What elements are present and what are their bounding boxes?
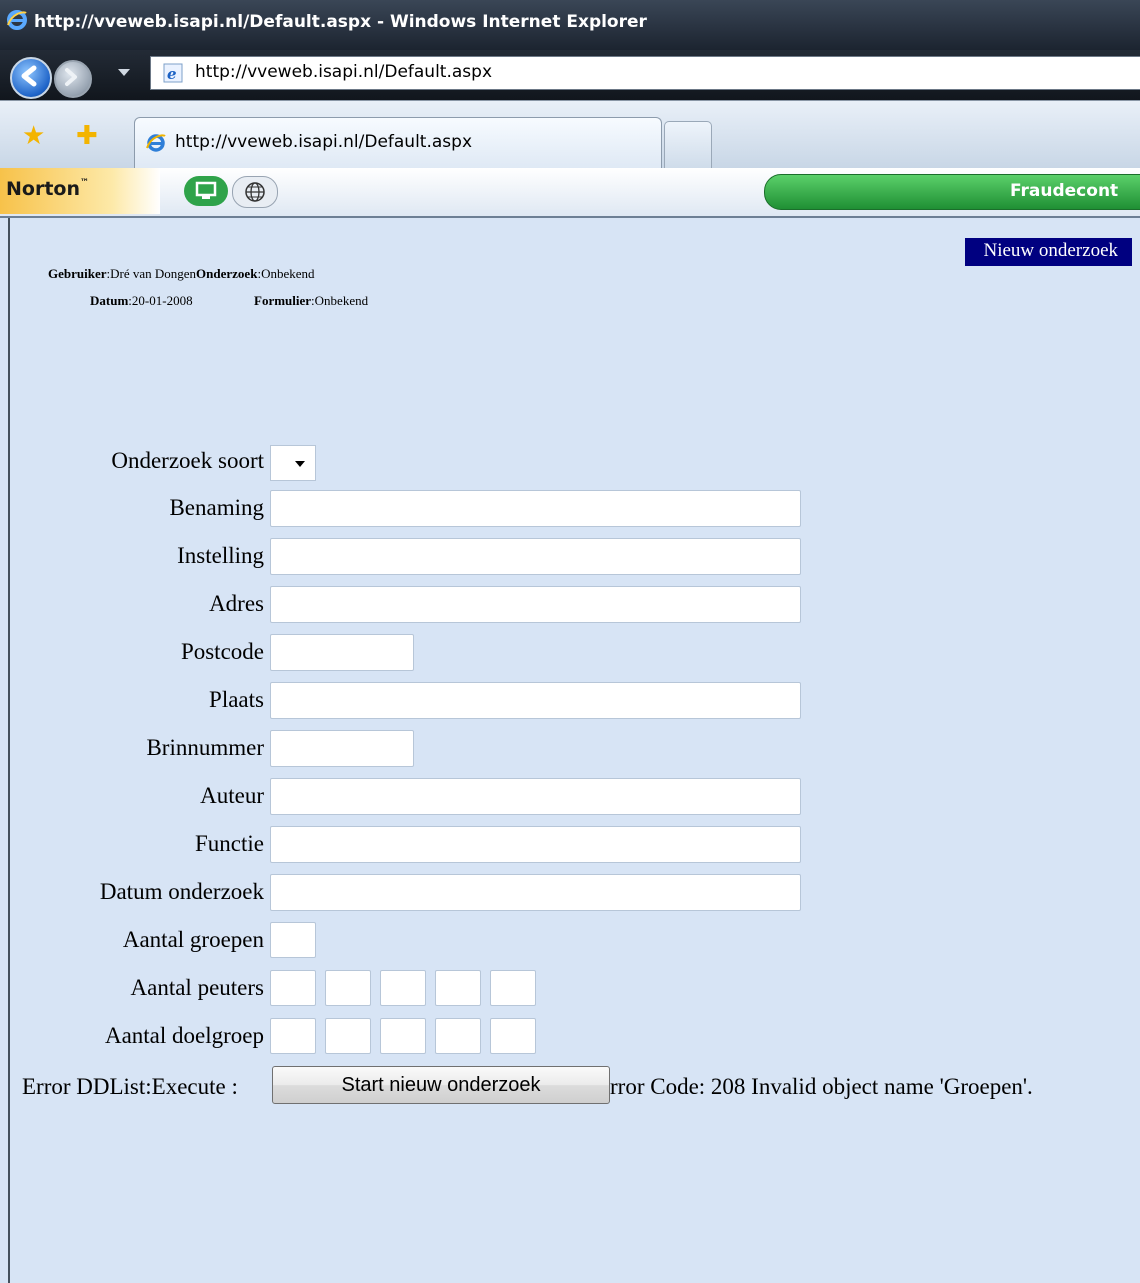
label-aantal-groepen: Aantal groepen	[122, 927, 264, 952]
back-button[interactable]	[10, 57, 52, 99]
aantal-peuters-input-4[interactable]	[435, 970, 481, 1006]
label-benaming: Benaming	[169, 495, 264, 520]
globe-icon[interactable]	[232, 176, 278, 208]
address-url[interactable]: http://vveweb.isapi.nl/Default.aspx	[195, 62, 492, 82]
add-favorites-star-icon[interactable]: ✚	[76, 123, 98, 149]
datum-onderzoek-input[interactable]	[270, 874, 801, 911]
aantal-peuters-input-2[interactable]	[325, 970, 371, 1006]
form-info: Formulier:Onbekend	[254, 293, 369, 308]
chevron-down-icon	[295, 461, 305, 467]
date-value: 20-01-2008	[131, 293, 193, 308]
investigation-label: Onderzoek	[196, 266, 258, 281]
instelling-input[interactable]	[270, 538, 801, 575]
window-title: http://vveweb.isapi.nl/Default.aspx - Wi…	[34, 12, 647, 32]
date-label: Datum	[90, 293, 129, 308]
aantal-doelgroep-input-5[interactable]	[490, 1018, 536, 1054]
user-info: Gebruiker:Dré van DongenOnderzoek:Onbeke…	[48, 266, 315, 281]
svg-text:e: e	[167, 65, 177, 83]
auteur-input[interactable]	[270, 778, 801, 815]
brinnummer-input[interactable]	[270, 730, 414, 767]
ie-tab-icon	[146, 134, 166, 152]
label-brinnummer: Brinnummer	[146, 735, 264, 760]
tab-current[interactable]: http://vveweb.isapi.nl/Default.aspx	[134, 117, 662, 168]
new-tab-button[interactable]	[664, 121, 712, 168]
back-arrow-icon	[21, 65, 37, 87]
aantal-doelgroep-input-3[interactable]	[380, 1018, 426, 1054]
title-bar: http://vveweb.isapi.nl/Default.aspx - Wi…	[0, 0, 1140, 50]
ie-logo-icon	[7, 10, 27, 30]
aantal-peuters-input-5[interactable]	[490, 970, 536, 1006]
user-value: Dré van Dongen	[110, 266, 197, 281]
label-datum-onderzoek: Datum onderzoek	[99, 879, 264, 904]
error-message-right: rror Code: 208 Invalid object name 'Groe…	[610, 1074, 1033, 1099]
aantal-groepen-input[interactable]	[270, 922, 316, 958]
tab-label: http://vveweb.isapi.nl/Default.aspx	[175, 132, 473, 152]
form-label: Formulier	[254, 293, 312, 308]
label-adres: Adres	[209, 591, 264, 616]
label-auteur: Auteur	[200, 783, 264, 808]
adres-input[interactable]	[270, 586, 801, 623]
norton-trademark: ™	[80, 178, 89, 188]
label-aantal-peuters: Aantal peuters	[130, 975, 264, 1000]
label-functie: Functie	[195, 831, 264, 856]
onderzoek-soort-select[interactable]	[270, 445, 316, 481]
fraud-control-button[interactable]: Fraudecont	[764, 174, 1140, 210]
aantal-peuters-input-3[interactable]	[380, 970, 426, 1006]
error-message-left: Error DDList:Execute :	[22, 1074, 238, 1099]
date-info: Datum:20-01-2008	[90, 293, 193, 308]
label-onderzoek-soort: Onderzoek soort	[111, 448, 264, 473]
plaats-input[interactable]	[270, 682, 801, 719]
tab-bar: ★ ✚ http://vveweb.isapi.nl/Default.aspx	[0, 100, 1140, 169]
label-aantal-doelgroep: Aantal doelgroep	[104, 1023, 264, 1048]
favorites-star-icon[interactable]: ★	[22, 123, 45, 149]
postcode-input[interactable]	[270, 634, 414, 671]
aantal-doelgroep-input-2[interactable]	[325, 1018, 371, 1054]
new-investigation-button[interactable]: Nieuw onderzoek	[965, 238, 1132, 266]
fraud-control-label: Fraudecont	[1010, 181, 1119, 201]
ie-page-icon: e	[163, 63, 183, 83]
label-instelling: Instelling	[177, 543, 264, 568]
norton-toolbar: Norton™ Fraudecont	[0, 168, 1140, 218]
forward-button[interactable]	[54, 60, 92, 98]
aantal-peuters-input-1[interactable]	[270, 970, 316, 1006]
page-content: Nieuw onderzoek Gebruiker:Dré van Dongen…	[8, 218, 1140, 1283]
label-postcode: Postcode	[180, 639, 264, 664]
functie-input[interactable]	[270, 826, 801, 863]
address-bar[interactable]: e http://vveweb.isapi.nl/Default.aspx	[150, 56, 1140, 90]
norton-brand-label: Norton	[6, 178, 80, 200]
form-value: Onbekend	[314, 293, 369, 308]
aantal-doelgroep-input-4[interactable]	[435, 1018, 481, 1054]
label-plaats: Plaats	[209, 687, 264, 712]
aantal-doelgroep-input-1[interactable]	[270, 1018, 316, 1054]
forward-arrow-icon	[65, 68, 77, 86]
benaming-input[interactable]	[270, 490, 801, 527]
recent-pages-dropdown-icon[interactable]	[118, 69, 130, 77]
start-new-investigation-button[interactable]: Start nieuw onderzoek	[272, 1066, 610, 1104]
investigation-value: Onbekend	[261, 266, 315, 281]
computer-icon[interactable]	[184, 176, 228, 206]
norton-brand[interactable]: Norton™	[0, 168, 160, 214]
user-label: Gebruiker	[48, 266, 107, 281]
